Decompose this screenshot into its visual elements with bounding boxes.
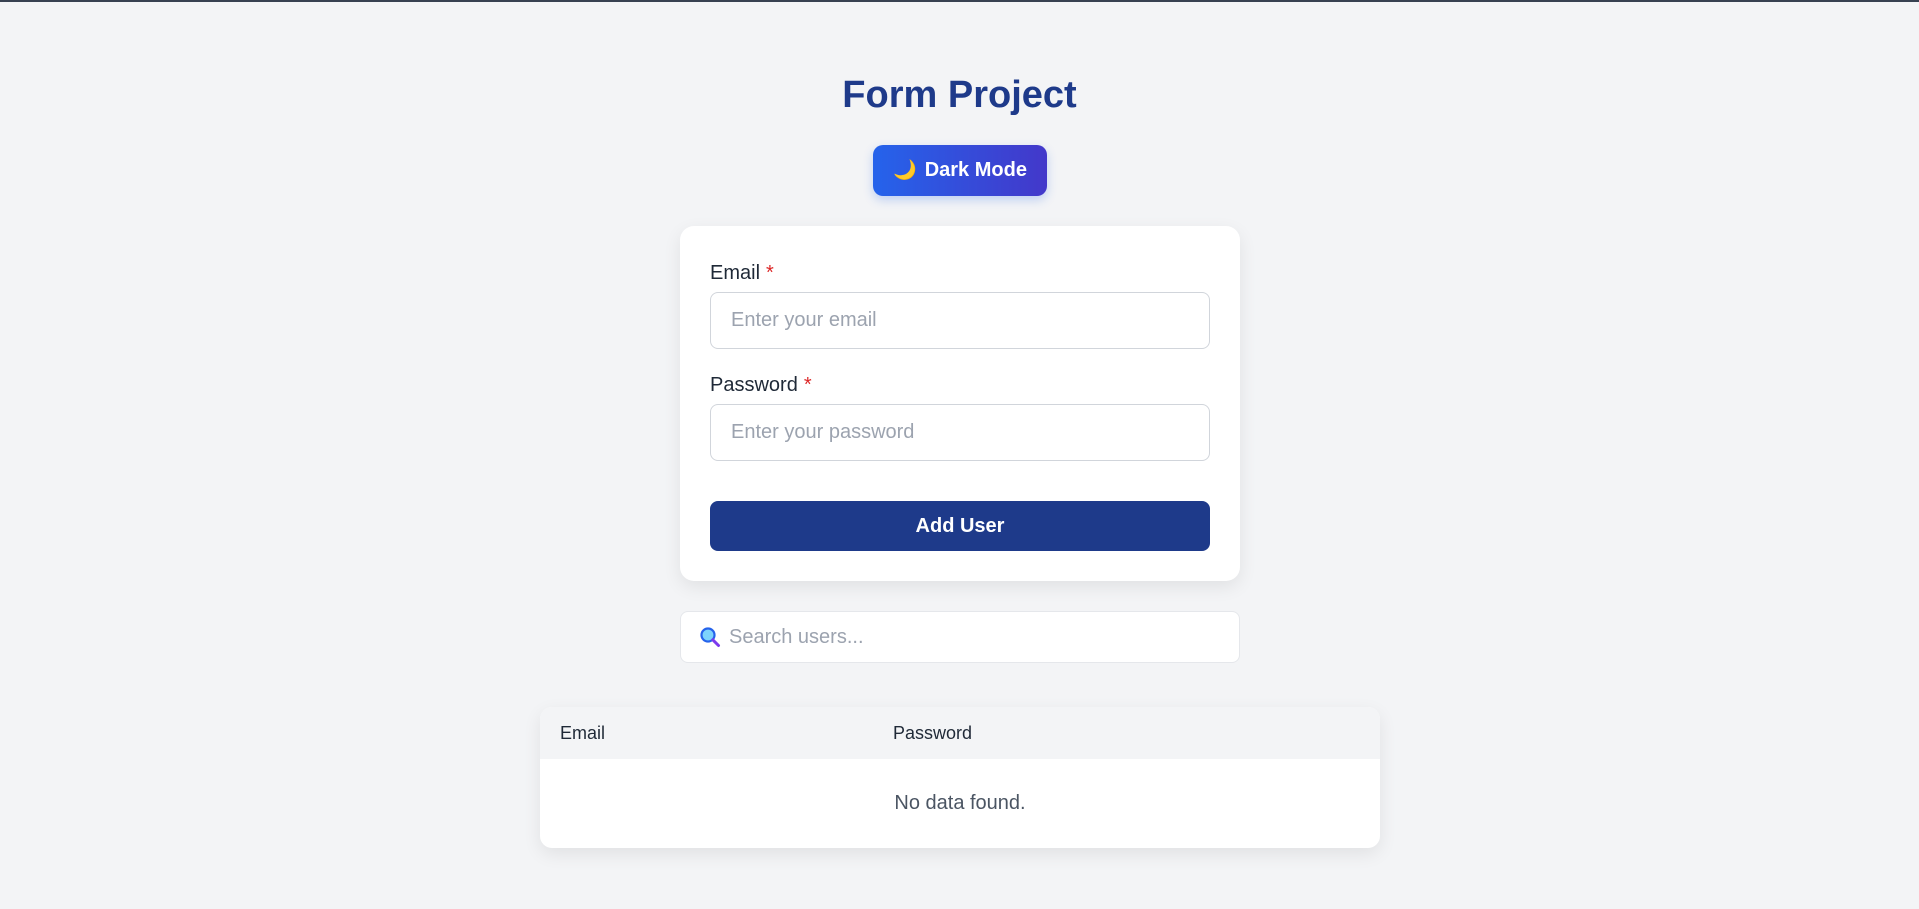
email-field[interactable] [710, 292, 1210, 349]
add-user-button[interactable]: Add User [710, 501, 1210, 551]
password-field[interactable] [710, 404, 1210, 461]
password-required-mark: * [803, 374, 812, 396]
password-label: Password * [710, 374, 812, 397]
user-form-card: Email * Password * Add User [680, 226, 1240, 581]
page-title: Form Project [842, 74, 1077, 116]
password-label-text: Password [710, 374, 798, 396]
dark-mode-label: Dark Mode [924, 159, 1027, 181]
column-header-email[interactable]: Email [540, 723, 893, 744]
users-table: Email Password No data found. [540, 707, 1380, 848]
email-label: Email * [710, 262, 774, 285]
email-label-text: Email [710, 262, 761, 284]
table-header: Email Password [540, 707, 1380, 759]
moon-icon: 🌙 [893, 160, 917, 181]
search-icon [699, 626, 721, 648]
dark-mode-toggle-button[interactable]: 🌙 Dark Mode [873, 145, 1047, 196]
email-required-mark: * [766, 262, 774, 284]
column-header-password[interactable]: Password [893, 723, 1380, 744]
search-input[interactable] [729, 625, 1239, 649]
search-box [680, 611, 1240, 663]
empty-state-message: No data found. [894, 792, 1026, 814]
